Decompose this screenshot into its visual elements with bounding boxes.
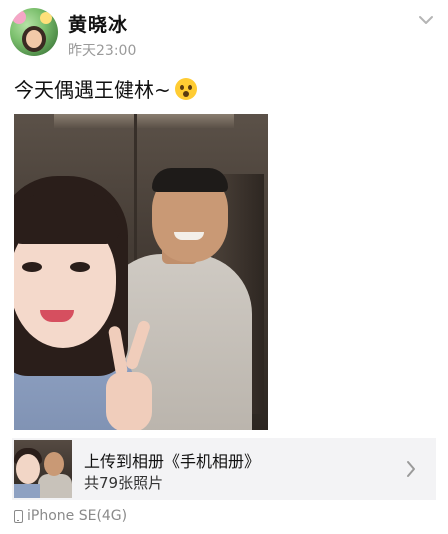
post-timestamp: 昨天23:00 [68,43,137,59]
username[interactable]: 黄晓冰 [68,10,128,37]
album-link[interactable]: 上传到相册《手机相册》 共79张照片 [12,438,436,500]
device-label: iPhone SE(4G) [27,508,128,524]
album-photo-count: 共79张照片 [84,474,164,492]
phone-icon [14,509,23,523]
album-title: 上传到相册《手机相册》 [84,452,261,471]
post-caption: 今天偶遇王健林~ [14,74,197,103]
post-photo[interactable] [14,114,268,430]
device-source: iPhone SE(4G) [14,508,127,524]
post-header: 黄晓冰 昨天23:00 [0,0,448,66]
caption-text: 今天偶遇王健林~ [14,78,171,102]
moments-post: 黄晓冰 昨天23:00 今天偶遇王健林~ 上传到相册《手机相册》 共79张照片 … [0,0,448,534]
chevron-down-icon[interactable] [416,10,436,30]
chevron-right-icon [407,461,415,477]
album-thumbnail [14,440,72,498]
surprised-face-emoji-icon [174,77,197,100]
avatar[interactable] [10,8,58,56]
